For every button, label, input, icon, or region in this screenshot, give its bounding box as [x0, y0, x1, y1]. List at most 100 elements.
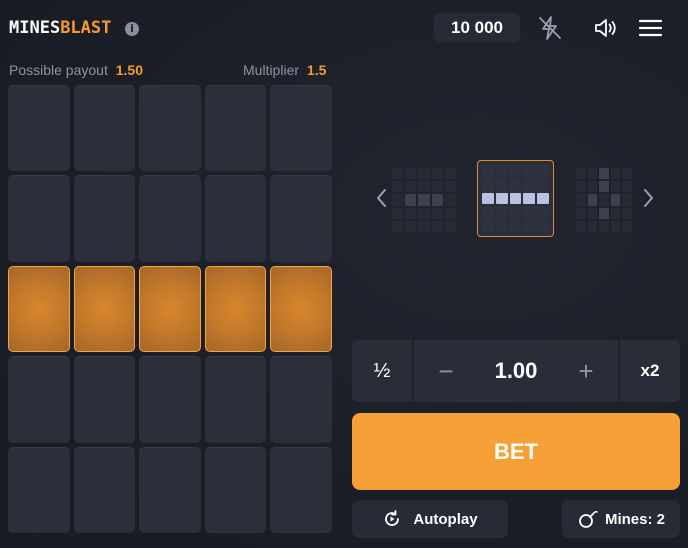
pattern-cell [444, 194, 456, 206]
pattern-cell [622, 168, 632, 180]
pattern-cell [405, 168, 417, 180]
pattern-cell [622, 181, 632, 193]
pattern-cell [523, 178, 536, 191]
board-tile[interactable] [73, 446, 136, 533]
pattern-cell [523, 192, 536, 205]
game-logo: MINESBLAST [9, 18, 111, 38]
board-tile[interactable] [139, 85, 201, 172]
pattern-cell [537, 165, 549, 177]
board-tile[interactable] [204, 85, 267, 172]
pattern-cell [405, 207, 417, 219]
logo-part-mines: MINES [9, 18, 61, 38]
pattern-cell [509, 178, 522, 191]
balance-display: 10 000 [434, 13, 520, 43]
board-tile[interactable] [139, 356, 201, 443]
pattern-option-full-row[interactable] [477, 160, 554, 237]
pattern-cell [431, 194, 443, 206]
pattern-cell [392, 220, 404, 232]
board-tile[interactable] [204, 265, 267, 353]
bomb-icon [579, 511, 598, 528]
sound-icon[interactable] [592, 14, 620, 42]
pattern-cell [509, 192, 522, 205]
pattern-cell [599, 220, 609, 232]
bet-button[interactable]: BET [352, 413, 680, 490]
pattern-cell [392, 194, 404, 206]
multiplier-label: Multiplier [243, 62, 300, 78]
bet-amount-bar: ½ − 1.00 + x2 [352, 340, 680, 402]
pattern-option-single-row[interactable] [388, 164, 460, 236]
board-tile[interactable] [73, 85, 136, 172]
autoplay-icon [385, 510, 400, 526]
board-tile[interactable] [270, 356, 332, 443]
pattern-cell [444, 207, 456, 219]
board-tile[interactable] [204, 356, 267, 443]
pattern-cell [599, 194, 609, 206]
pattern-cell [610, 168, 621, 180]
pattern-cell [587, 194, 598, 206]
pattern-cell [523, 165, 536, 177]
pattern-cell [444, 220, 456, 232]
board-tile[interactable] [270, 85, 332, 172]
pattern-cell [418, 168, 430, 180]
info-icon[interactable]: i [125, 22, 139, 36]
pattern-cell [610, 194, 621, 206]
double-bet-button[interactable]: x2 [620, 340, 680, 402]
bet-amount-value[interactable]: 1.00 [478, 340, 554, 402]
pattern-cell [610, 181, 621, 193]
pattern-cell [587, 181, 598, 193]
pattern-cell [509, 220, 522, 232]
board-tile[interactable] [139, 265, 201, 353]
board-tile[interactable] [270, 175, 332, 262]
board-tile[interactable] [204, 446, 267, 533]
pattern-option-cross[interactable] [572, 164, 636, 236]
pattern-cell [405, 181, 417, 193]
board-tile[interactable] [73, 175, 136, 262]
pattern-cell [444, 181, 456, 193]
next-pattern-arrow[interactable] [640, 186, 656, 210]
pattern-cell [509, 165, 522, 177]
payout-label: Possible payout [9, 62, 108, 78]
pattern-cell [495, 206, 508, 219]
pattern-cell [418, 220, 430, 232]
pattern-cell [495, 220, 508, 232]
pattern-cell [495, 192, 508, 205]
logo-part-blast: BLAST [60, 18, 112, 38]
half-bet-button[interactable]: ½ [352, 340, 412, 402]
pattern-cell [509, 206, 522, 219]
pattern-cell [418, 207, 430, 219]
board-tile[interactable] [8, 175, 70, 262]
board-tile[interactable] [73, 356, 136, 443]
board-tile[interactable] [139, 446, 201, 533]
autoplay-button[interactable]: Autoplay [352, 500, 508, 538]
board-tile[interactable] [8, 446, 70, 533]
board-tile[interactable] [8, 356, 70, 443]
pattern-cell [405, 194, 417, 206]
pattern-cell [576, 207, 586, 219]
increase-bet-button[interactable]: + [554, 340, 618, 402]
pattern-cell [431, 168, 443, 180]
pattern-cell [418, 194, 430, 206]
pattern-cell [599, 181, 609, 193]
pattern-cell [587, 220, 598, 232]
board-tile[interactable] [8, 85, 70, 172]
pattern-cell [392, 207, 404, 219]
pattern-cell [622, 207, 632, 219]
pattern-cell [431, 181, 443, 193]
pattern-cell [431, 207, 443, 219]
pattern-cell [405, 220, 417, 232]
pattern-cell [610, 220, 621, 232]
pattern-cell [622, 220, 632, 232]
mines-count-button[interactable]: Mines: 2 [562, 500, 680, 538]
possible-payout: Possible payout 1.50 [9, 62, 143, 78]
board-tile[interactable] [139, 175, 201, 262]
board-tile[interactable] [204, 175, 267, 262]
board-tile[interactable] [73, 265, 136, 353]
decrease-bet-button[interactable]: − [414, 340, 478, 402]
board-tile[interactable] [8, 265, 70, 353]
menu-icon[interactable] [637, 14, 665, 42]
board-tile[interactable] [270, 265, 332, 353]
pattern-cell [495, 165, 508, 177]
board-tile[interactable] [270, 446, 332, 533]
flash-off-icon[interactable] [536, 14, 564, 42]
pattern-cell [482, 206, 494, 219]
